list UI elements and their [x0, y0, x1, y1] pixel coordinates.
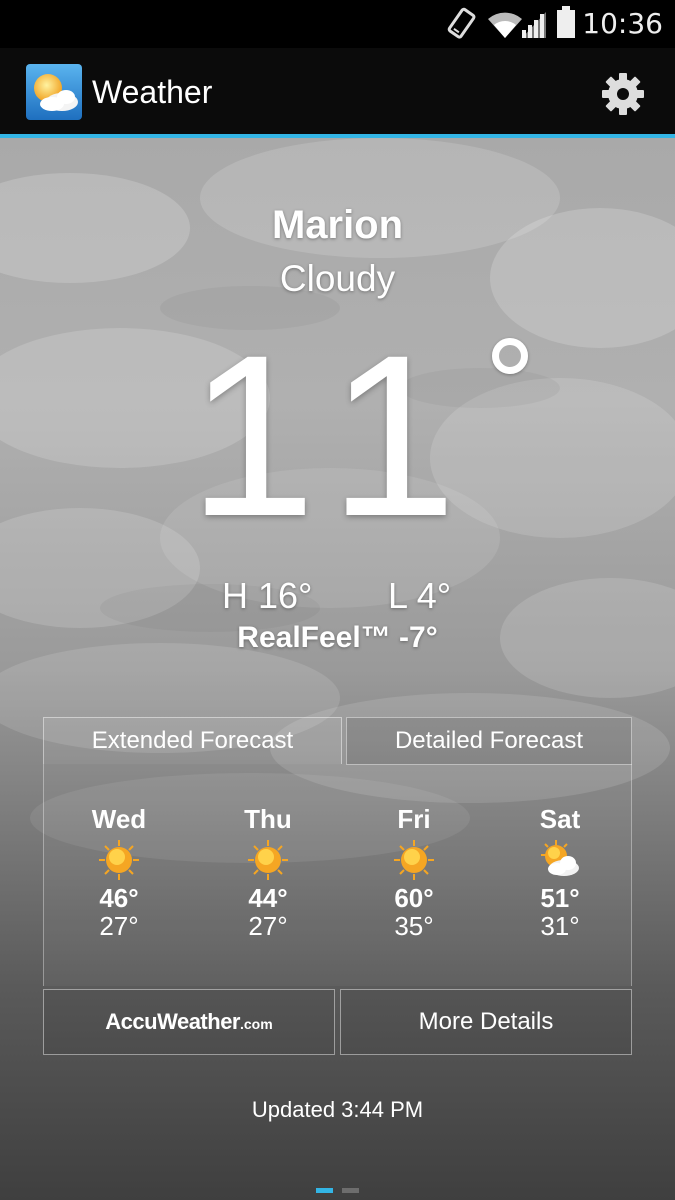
tab-detailed-forecast[interactable]: Detailed Forecast	[346, 717, 632, 765]
rotation-icon	[447, 7, 476, 39]
last-updated: Updated 3:44 PM	[251, 1097, 424, 1122]
extended-forecast-panel: Wed 46° 27° Thu 44° 27° Fri 60° 35° Sat …	[43, 764, 632, 986]
forecast-day[interactable]: Thu 44° 27°	[208, 804, 328, 940]
forecast-day-name: Fri	[397, 804, 431, 834]
forecast-low: 35°	[394, 911, 434, 941]
forecast-day[interactable]: Wed 46° 27°	[59, 804, 179, 940]
sun-icon	[248, 840, 288, 880]
forecast-day[interactable]: Sat 51° 31°	[500, 804, 620, 940]
forecast-low: 27°	[99, 911, 139, 941]
signal-icon	[522, 12, 546, 38]
city-name: Marion	[271, 203, 404, 247]
current-temperature: 11	[188, 307, 487, 564]
forecast-day-name: Thu	[244, 804, 292, 834]
status-bar: 10:36	[0, 0, 675, 48]
realfeel-temperature: RealFeel™ -7°	[237, 621, 438, 654]
battery-icon	[557, 6, 575, 38]
accuweather-logo: AccuWeather	[105, 1009, 240, 1034]
sun-icon	[394, 840, 434, 880]
accuweather-button[interactable]: AccuWeather.com	[43, 989, 335, 1055]
forecast-high: 60°	[394, 883, 434, 913]
partly-cloudy-icon	[541, 840, 579, 876]
page-indicator-inactive	[342, 1188, 359, 1193]
forecast-day[interactable]: Fri 60° 35°	[354, 804, 474, 940]
weather-sun-cloud-icon[interactable]	[26, 64, 82, 120]
forecast-high: 46°	[99, 883, 139, 913]
weather-content: Marion Cloudy 11 H 16° L 4° RealFeel™ -7…	[0, 138, 675, 1200]
action-bar: Weather	[0, 48, 675, 134]
sun-icon	[99, 840, 139, 880]
page-indicator-active	[316, 1188, 333, 1193]
gear-icon[interactable]	[601, 72, 645, 116]
degree-symbol-icon	[492, 338, 528, 374]
weather-screen: 10:36 Weather Marion Cloudy 11 H 16° L 4…	[0, 0, 675, 1200]
forecast-low: 31°	[540, 911, 580, 941]
app-title: Weather	[92, 74, 213, 110]
forecast-low: 27°	[248, 911, 288, 941]
forecast-high: 51°	[540, 883, 580, 913]
high-temperature: H 16°	[222, 575, 313, 616]
status-time: 10:36	[582, 7, 663, 40]
weather-condition: Cloudy	[279, 258, 396, 299]
more-details-button[interactable]: More Details	[340, 989, 632, 1055]
tab-extended-forecast[interactable]: Extended Forecast	[43, 717, 342, 764]
forecast-day-name: Wed	[91, 804, 147, 834]
accuweather-logo-suffix: .com	[240, 1016, 273, 1032]
forecast-high: 44°	[248, 883, 288, 913]
forecast-day-name: Sat	[539, 804, 581, 834]
low-temperature: L 4°	[388, 575, 452, 616]
